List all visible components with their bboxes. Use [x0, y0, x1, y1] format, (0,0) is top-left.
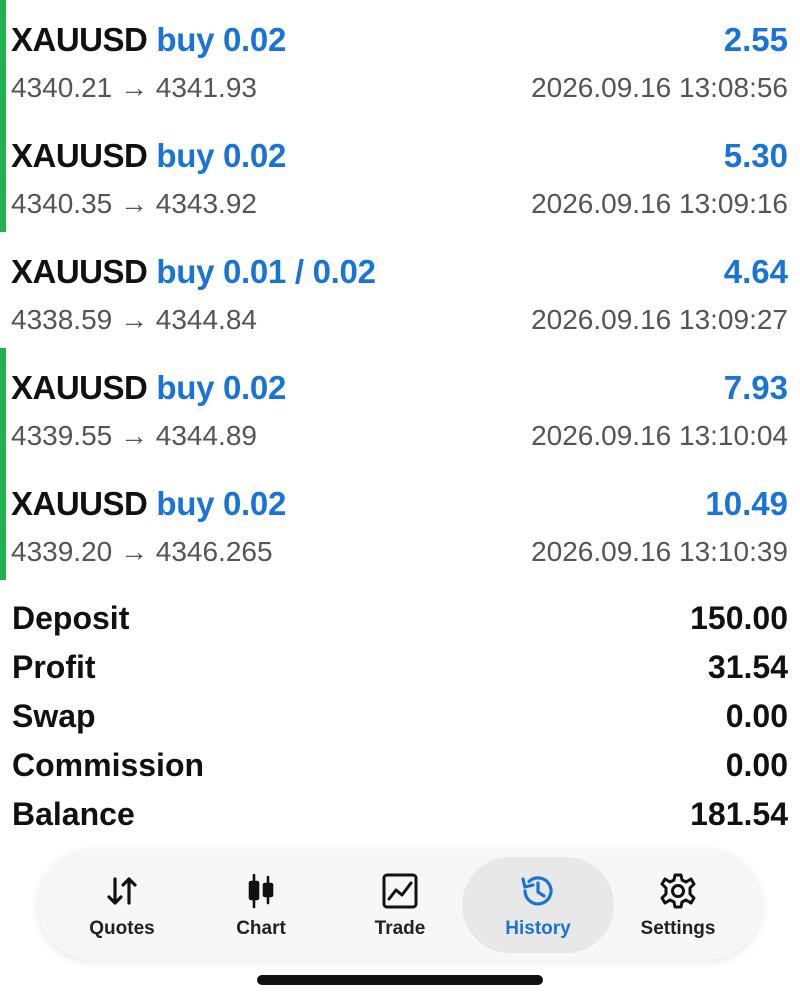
deal-list: XAUUSD buy 0.02 2.55 4340.21 → 4341.93 20… — [0, 0, 800, 580]
gear-icon — [660, 873, 696, 908]
summary-row-deposit: Deposit 150.00 — [12, 594, 788, 643]
deal-direction: buy 0.02 — [156, 21, 287, 58]
summary-label: Balance — [12, 796, 135, 832]
deal-profit: 7.93 — [723, 369, 788, 406]
quotes-arrows-icon — [107, 876, 137, 905]
tab-label: Trade — [374, 917, 426, 939]
deal-direction: buy 0.02 — [156, 485, 287, 522]
tab-label: Chart — [236, 917, 286, 939]
deal-time: 2026.09.16 13:10:39 — [531, 536, 788, 567]
tab-chart[interactable]: Chart — [191, 857, 331, 953]
trade-chart-icon — [382, 873, 418, 908]
tab-label: Settings — [640, 917, 716, 939]
deal-prices: 4340.21 → 4341.93 — [11, 72, 257, 103]
deal-symbol: XAUUSD — [11, 485, 148, 522]
account-summary: Deposit 150.00 Profit 31.54 Swap 0.00 Co… — [12, 594, 788, 839]
deal-row[interactable]: XAUUSD buy 0.02 2.55 4340.21 → 4341.93 20… — [0, 0, 800, 116]
deal-row[interactable]: XAUUSD buy 0.02 7.93 4339.55 → 4344.89 20… — [0, 348, 800, 464]
deal-direction: buy 0.01 / 0.02 — [156, 253, 376, 290]
tab-history[interactable]: History — [462, 857, 614, 953]
tab-label: History — [505, 917, 571, 939]
deal-symbol: XAUUSD — [11, 253, 148, 290]
summary-row-commission: Commission 0.00 — [12, 741, 788, 790]
deal-prices: 4338.59 → 4344.84 — [11, 304, 257, 335]
tab-trade[interactable]: Trade — [330, 857, 470, 953]
deal-prices: 4340.35 → 4343.92 — [11, 188, 257, 219]
buy-indicator-bar — [0, 0, 6, 116]
summary-value: 181.54 — [690, 796, 788, 832]
summary-label: Profit — [12, 649, 96, 685]
deal-time: 2026.09.16 13:09:16 — [531, 188, 788, 219]
summary-row-balance: Balance 181.54 — [12, 790, 788, 839]
summary-label: Swap — [12, 698, 96, 734]
deal-row[interactable]: XAUUSD buy 0.01 / 0.02 4.64 4338.59 → 434… — [0, 232, 800, 348]
bottom-tab-bar: Quotes Chart Trade History Settings — [38, 850, 761, 960]
summary-value: 150.00 — [690, 600, 788, 636]
deal-time: 2026.09.16 13:09:27 — [531, 304, 788, 335]
summary-value: 0.00 — [725, 698, 788, 734]
summary-row-profit: Profit 31.54 — [12, 643, 788, 692]
candlestick-icon — [248, 873, 274, 908]
tab-settings[interactable]: Settings — [608, 857, 748, 953]
summary-value: 31.54 — [707, 649, 788, 685]
summary-label: Commission — [12, 747, 205, 783]
summary-row-swap: Swap 0.00 — [12, 692, 788, 741]
deal-prices: 4339.55 → 4344.89 — [11, 420, 257, 451]
deal-symbol: XAUUSD — [11, 369, 148, 406]
deal-profit: 4.64 — [723, 253, 788, 290]
deal-profit: 10.49 — [705, 485, 788, 522]
deal-profit: 2.55 — [723, 21, 788, 58]
summary-value: 0.00 — [725, 747, 788, 783]
tab-quotes[interactable]: Quotes — [52, 857, 192, 953]
buy-indicator-bar — [0, 116, 6, 232]
home-indicator[interactable] — [257, 975, 543, 985]
buy-indicator-bar — [0, 464, 6, 580]
deal-direction: buy 0.02 — [156, 369, 287, 406]
deal-symbol: XAUUSD — [11, 21, 148, 58]
deal-profit: 5.30 — [723, 137, 788, 174]
history-clock-icon — [521, 875, 553, 905]
deal-prices: 4339.20 → 4346.265 — [11, 536, 273, 567]
tab-label: Quotes — [89, 917, 155, 939]
deal-symbol: XAUUSD — [11, 137, 148, 174]
deal-time: 2026.09.16 13:08:56 — [531, 72, 788, 103]
deal-time: 2026.09.16 13:10:04 — [531, 420, 788, 451]
deal-row[interactable]: XAUUSD buy 0.02 5.30 4340.35 → 4343.92 20… — [0, 116, 800, 232]
buy-indicator-bar — [0, 348, 6, 464]
deal-row[interactable]: XAUUSD buy 0.02 10.49 4339.20 → 4346.265 … — [0, 464, 800, 580]
deal-direction: buy 0.02 — [156, 137, 287, 174]
summary-label: Deposit — [12, 600, 130, 636]
